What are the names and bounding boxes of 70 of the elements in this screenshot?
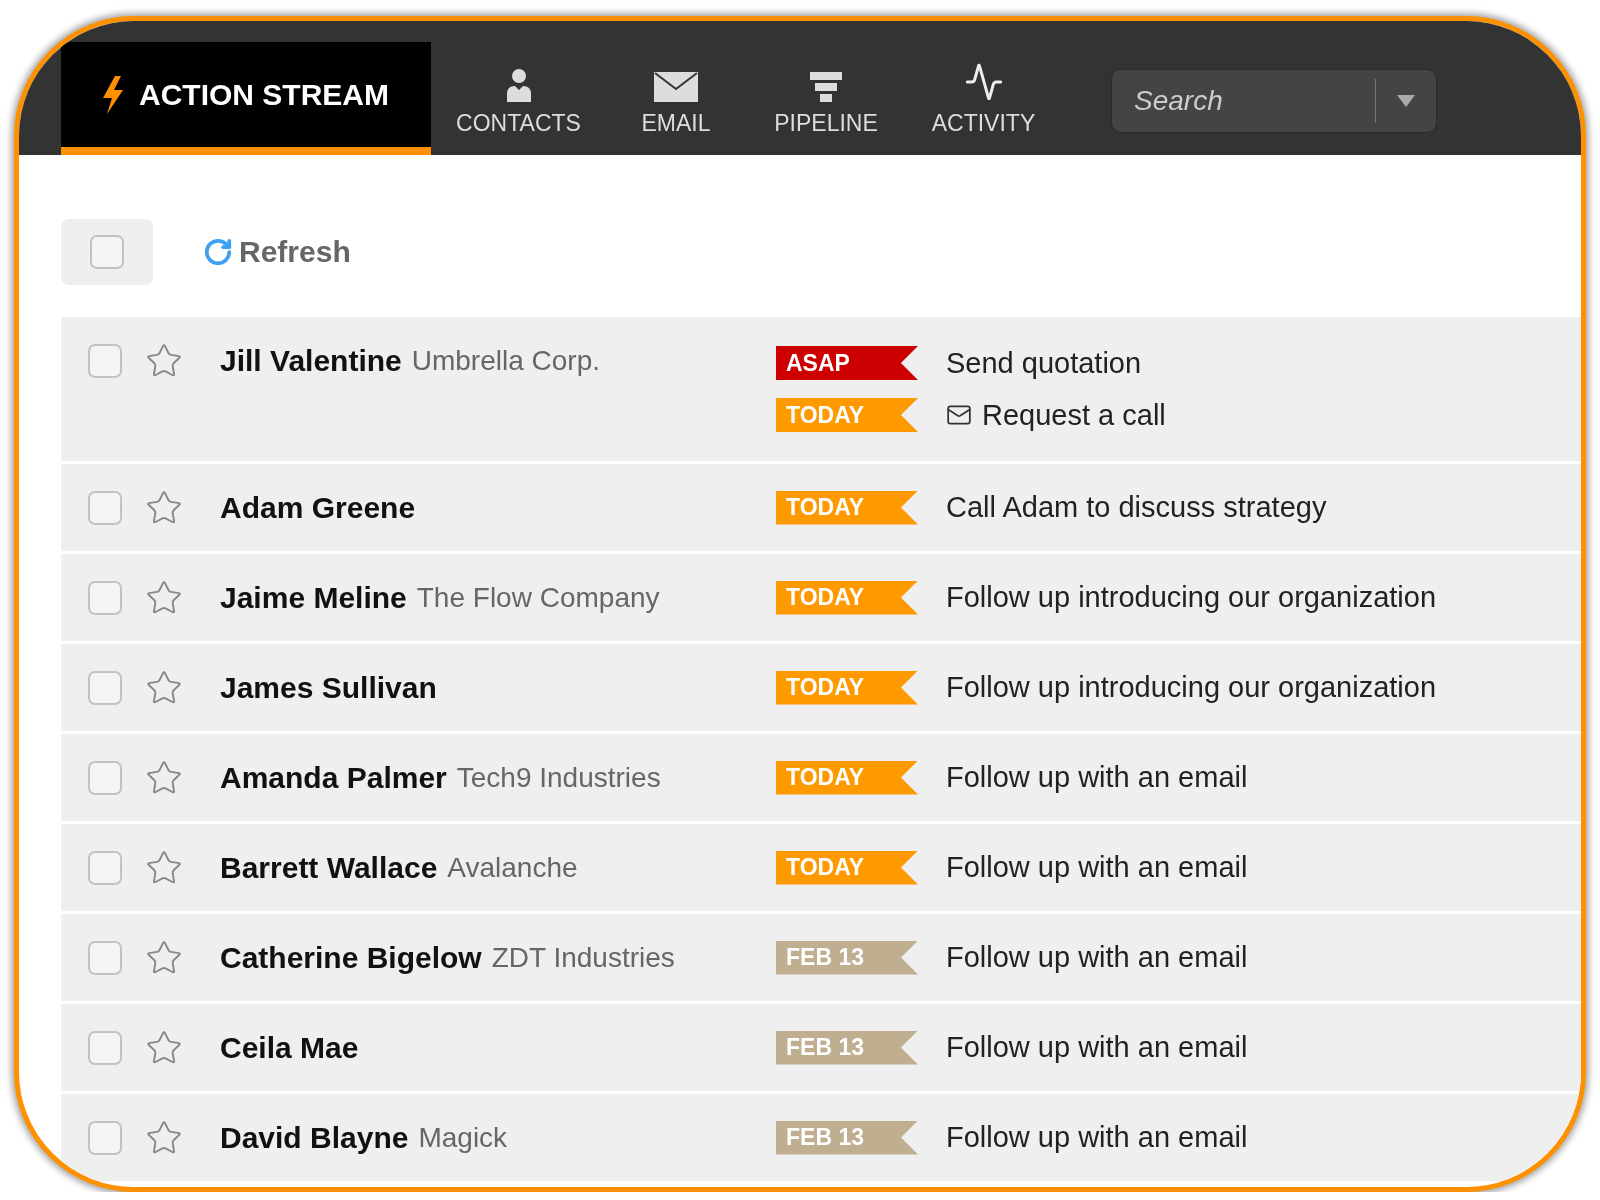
due-tag: TODAY [776, 398, 918, 432]
due-tag: TODAY [776, 670, 918, 705]
contact-name[interactable]: Jill Valentine [220, 343, 402, 378]
action-row[interactable]: Adam Greene TODAY Call Adam to discuss strategy [61, 464, 1581, 551]
company-name: Magick [418, 1121, 508, 1154]
action-row[interactable]: Amanda Palmer Tech9 Industries TODAY Follow up with an email [61, 734, 1581, 821]
lightning-bolt-icon [101, 75, 125, 114]
row-checkbox[interactable] [88, 1120, 122, 1155]
task-text[interactable]: Follow up introducing our organization [946, 581, 1437, 614]
action-row[interactable]: Jaime Meline The Flow Company TODAY Follow up introducing our organization [61, 554, 1581, 641]
contact-name[interactable]: David Blayne [220, 1120, 409, 1155]
row-checkbox[interactable] [88, 940, 122, 975]
action-row[interactable]: Jill Valentine Umbrella Corp. ASAP Send quotation TODAY Request a call [61, 317, 1581, 461]
company-name: ZDT Industries [491, 941, 675, 974]
action-row[interactable]: Barrett Wallace Avalanche TODAY Follow up with an email [61, 824, 1581, 911]
row-checkbox[interactable] [88, 343, 122, 378]
company-name: Avalanche [447, 851, 578, 884]
due-tag: TODAY [776, 760, 918, 795]
due-tag: TODAY [776, 490, 918, 525]
action-row[interactable]: David Blayne Magick FEB 13 Follow up with an email [61, 1094, 1581, 1181]
company-name: The Flow Company [416, 581, 660, 614]
nav-tab[interactable]: EMAIL [606, 42, 746, 155]
due-tag: TODAY [776, 580, 918, 615]
contact-name[interactable]: Ceila Mae [220, 1030, 359, 1065]
due-tag: ASAP [776, 346, 918, 380]
row-checkbox[interactable] [88, 670, 122, 705]
action-row[interactable]: James Sullivan TODAY Follow up introducing our organization [61, 644, 1581, 731]
action-row[interactable]: Catherine Bigelow ZDT Industries FEB 13 Follow up with an email [61, 914, 1581, 1001]
person-icon [505, 68, 532, 102]
search-field[interactable]: Search [1112, 84, 1375, 118]
task-text[interactable]: Request a call [982, 398, 1166, 432]
envelope-icon [654, 72, 698, 102]
action-stream-tab[interactable]: ACTION STREAM [61, 42, 431, 155]
row-checkbox[interactable] [88, 1030, 122, 1065]
task-text[interactable]: Follow up introducing our organization [946, 671, 1437, 704]
task-text[interactable]: Follow up with an email [946, 851, 1248, 884]
task-text[interactable]: Follow up with an email [946, 1031, 1248, 1064]
task-text[interactable]: Follow up with an email [946, 941, 1248, 974]
refresh-icon [203, 237, 233, 267]
funnel-icon [810, 72, 842, 102]
due-tag: FEB 13 [776, 1120, 918, 1155]
task-text[interactable]: Follow up with an email [946, 1121, 1248, 1154]
nav-tab[interactable]: ACTIVITY [906, 42, 1061, 155]
due-tag: FEB 13 [776, 940, 918, 975]
task-text[interactable]: Call Adam to discuss strategy [946, 491, 1327, 524]
select-all-checkbox[interactable] [90, 235, 124, 269]
contact-name[interactable]: James Sullivan [220, 670, 437, 705]
due-tag: TODAY [776, 850, 918, 885]
search-bar[interactable]: Search [1111, 69, 1437, 133]
refresh-button[interactable]: Refresh [203, 235, 351, 269]
contact-name[interactable]: Amanda Palmer [220, 760, 447, 795]
company-name: Tech9 Industries [456, 761, 661, 794]
contact-name[interactable]: Adam Greene [220, 490, 416, 525]
row-checkbox[interactable] [88, 760, 122, 795]
contact-name[interactable]: Barrett Wallace [220, 850, 438, 885]
envelope-icon [946, 402, 972, 428]
nav-tab[interactable]: PIPELINE [746, 42, 906, 155]
task-text[interactable]: Follow up with an email [946, 761, 1248, 794]
action-row[interactable]: Ceila Mae FEB 13 Follow up with an email [61, 1004, 1581, 1091]
nav-tab[interactable]: CONTACTS [431, 42, 606, 155]
pulse-icon [963, 62, 1004, 102]
contact-name[interactable]: Catherine Bigelow [220, 940, 482, 975]
due-tag: FEB 13 [776, 1030, 918, 1065]
row-checkbox[interactable] [88, 580, 122, 615]
row-checkbox[interactable] [88, 850, 122, 885]
task-text[interactable]: Send quotation [946, 346, 1142, 380]
contact-name[interactable]: Jaime Meline [220, 580, 407, 615]
company-name: Umbrella Corp. [411, 344, 601, 377]
caret-down-icon [1397, 95, 1415, 107]
row-checkbox[interactable] [88, 490, 122, 525]
